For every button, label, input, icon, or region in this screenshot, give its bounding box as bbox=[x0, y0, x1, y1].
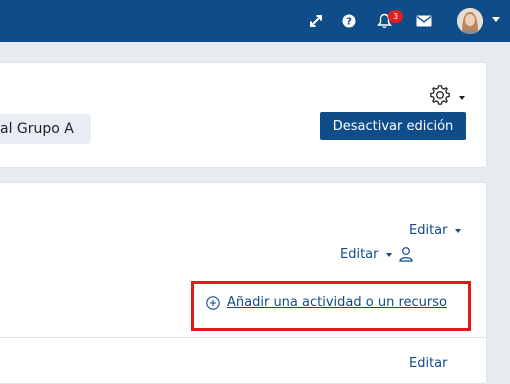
avatar[interactable] bbox=[457, 8, 483, 34]
mail-icon[interactable] bbox=[415, 0, 433, 42]
svg-text:?: ? bbox=[346, 17, 352, 28]
next-edit-menu[interactable]: Editar bbox=[409, 356, 448, 371]
toggle-edit-mode-button[interactable]: Desactivar edición bbox=[320, 112, 466, 140]
user-menu-caret-icon[interactable] bbox=[492, 17, 500, 22]
help-icon[interactable]: ? bbox=[340, 0, 358, 42]
top-navbar: ? 3 bbox=[0, 0, 510, 42]
add-activity-link[interactable]: Añadir una actividad o un recurso bbox=[206, 295, 447, 310]
activity-edit-menu[interactable]: Editar bbox=[340, 247, 392, 262]
group-selector[interactable]: al Grupo A bbox=[0, 114, 91, 144]
notification-badge: 3 bbox=[388, 10, 403, 23]
activity-edit-label: Editar bbox=[340, 247, 379, 262]
chevron-down-icon[interactable] bbox=[459, 96, 465, 100]
add-activity-label: Añadir una actividad o un recurso bbox=[227, 295, 447, 310]
divider bbox=[0, 337, 485, 338]
gear-icon[interactable] bbox=[429, 84, 451, 106]
section-edit-menu[interactable]: Editar bbox=[409, 223, 461, 238]
chevron-down-icon bbox=[385, 252, 392, 257]
expand-icon[interactable] bbox=[307, 0, 325, 42]
plus-circle-icon bbox=[206, 295, 220, 310]
next-edit-label: Editar bbox=[409, 356, 448, 371]
user-icon[interactable] bbox=[398, 246, 414, 262]
chevron-down-icon bbox=[454, 228, 461, 233]
section-edit-label: Editar bbox=[409, 223, 448, 238]
